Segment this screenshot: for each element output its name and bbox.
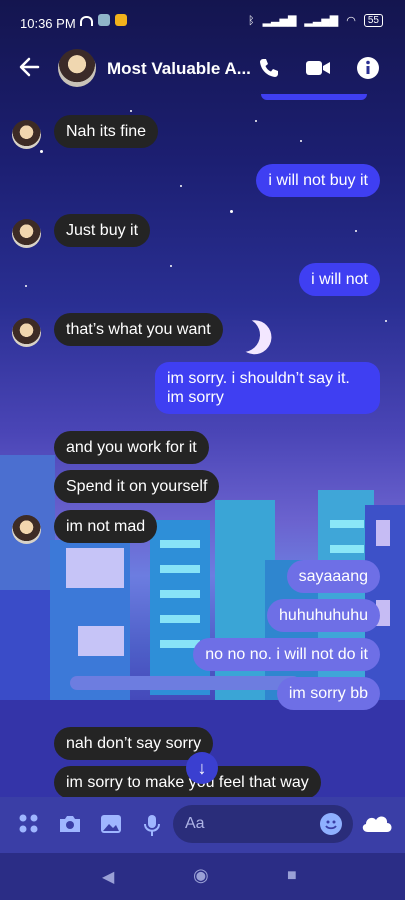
signal-icon: ▂▃▅▇ [304, 15, 339, 27]
sender-avatar[interactable] [12, 515, 41, 544]
contact-avatar[interactable] [58, 49, 96, 87]
chat-screen: 10:36 PM ᛒ ▂▃▅▇ ▂▃▅▇ ◠ 55 Most Valuable … [0, 0, 405, 900]
system-nav-bar: ◀ ◉ ■ [0, 853, 405, 900]
phone-icon[interactable] [257, 56, 281, 80]
nav-back-icon[interactable]: ◀ [102, 867, 114, 887]
message-bubble-outgoing[interactable]: no no no. i will not do it [193, 638, 380, 671]
cloud-icon[interactable] [360, 812, 394, 839]
status-time: 10:36 PM [20, 16, 76, 31]
sender-avatar[interactable] [12, 318, 41, 347]
message-bubble-incoming[interactable]: that’s what you want [54, 313, 223, 346]
emoji-icon[interactable] [320, 813, 342, 835]
video-icon[interactable] [305, 56, 330, 80]
sender-avatar[interactable] [12, 120, 41, 149]
camera-icon[interactable] [58, 813, 82, 837]
message-composer: Aa [0, 797, 405, 853]
message-bubble-outgoing[interactable]: i will not [299, 263, 380, 296]
nav-home-icon[interactable]: ◉ [193, 865, 209, 886]
sender-avatar[interactable] [12, 219, 41, 248]
message-bubble-incoming[interactable]: Nah its fine [54, 115, 159, 148]
image-icon[interactable] [99, 813, 123, 837]
status-right: ᛒ ▂▃▅▇ ▂▃▅▇ ◠ 55 [248, 14, 383, 27]
message-bubble-outgoing[interactable]: im sorry bb [276, 677, 380, 710]
apps-icon[interactable] [18, 813, 42, 837]
status-bar: 10:36 PM ᛒ ▂▃▅▇ ▂▃▅▇ ◠ 55 [0, 0, 405, 44]
app-notification-icon [115, 14, 127, 26]
message-bubble-outgoing[interactable]: i will not buy it [256, 164, 380, 197]
wifi-icon: ◠ [346, 15, 356, 27]
message-bubble-outgoing[interactable]: sayaaang [286, 560, 380, 593]
bluetooth-icon: ᛒ [247, 14, 255, 27]
message-bubble-incoming[interactable]: and you work for it [54, 431, 209, 464]
message-input-placeholder: Aa [185, 815, 205, 832]
message-bubble-incoming[interactable]: nah don’t say sorry [54, 727, 214, 760]
notification-icons [80, 14, 127, 26]
contact-name[interactable]: Most Valuable A... [107, 59, 251, 79]
message-bubble-outgoing [261, 94, 367, 100]
chat-header: Most Valuable A... [0, 44, 405, 94]
app-notification-icon [98, 14, 110, 26]
battery-icon: 55 [363, 14, 383, 27]
scroll-down-arrow-icon[interactable]: ↓ [186, 752, 218, 784]
info-icon[interactable] [356, 56, 380, 80]
back-arrow-icon[interactable] [18, 56, 40, 83]
message-bubble-outgoing[interactable]: im sorry. i shouldn’t say it. im sorry [155, 362, 380, 414]
nav-recents-icon[interactable]: ■ [287, 867, 297, 885]
signal-icon: ▂▃▅▇ [262, 15, 297, 27]
message-bubble-outgoing[interactable]: huhuhuhuhu [267, 599, 380, 632]
microphone-icon[interactable] [141, 813, 165, 837]
headphones-icon [80, 16, 93, 26]
message-bubble-incoming[interactable]: Just buy it [54, 214, 151, 247]
message-bubble-incoming[interactable]: Spend it on yourself [54, 470, 220, 503]
message-bubble-incoming[interactable]: im not mad [54, 510, 158, 543]
